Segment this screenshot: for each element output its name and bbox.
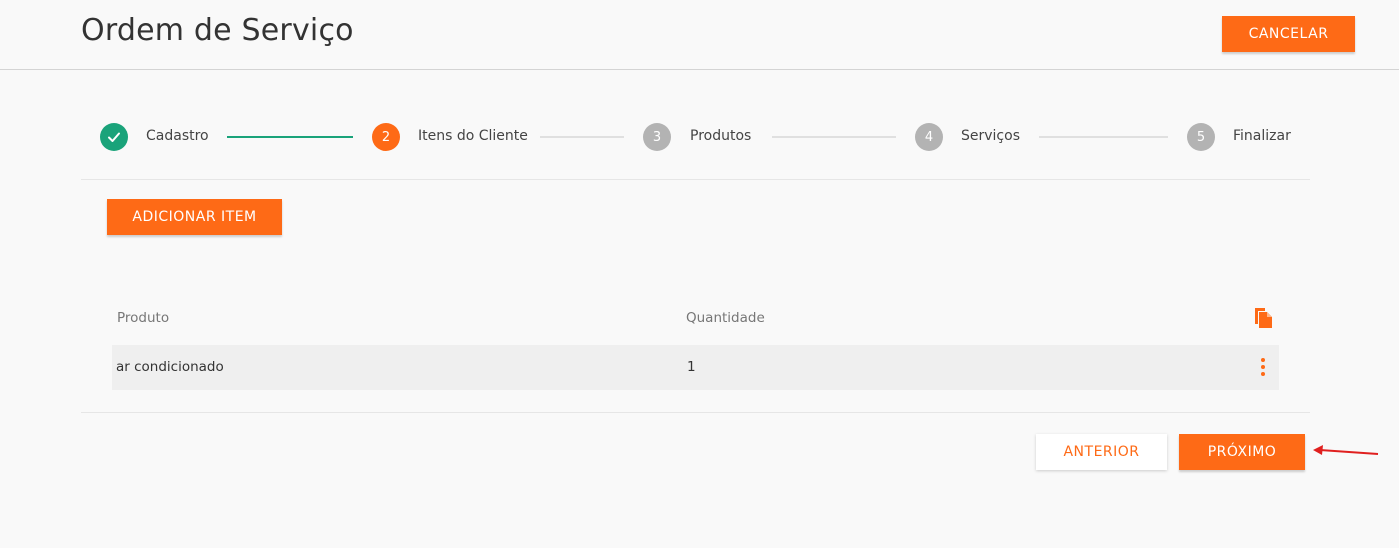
- copy-icon[interactable]: [1253, 307, 1273, 329]
- step-4-number: 4: [915, 123, 943, 151]
- step-connector-3: [772, 136, 896, 138]
- cell-quantidade: 1: [687, 359, 696, 375]
- column-header-quantidade: Quantidade: [686, 310, 765, 326]
- page-title: Ordem de Serviço: [81, 13, 354, 48]
- add-item-button[interactable]: ADICIONAR ITEM: [107, 199, 282, 235]
- next-button[interactable]: PRÓXIMO: [1179, 434, 1305, 470]
- step-1-check-icon: [100, 123, 128, 151]
- step-1-label[interactable]: Cadastro: [146, 128, 209, 144]
- step-3-number: 3: [643, 123, 671, 151]
- check-icon: [108, 132, 120, 142]
- step-connector-4: [1039, 136, 1168, 138]
- table-header: Produto Quantidade: [112, 300, 1279, 340]
- step-4-label[interactable]: Serviços: [961, 128, 1020, 144]
- cancel-button[interactable]: CANCELAR: [1222, 16, 1355, 52]
- footer-divider: [81, 412, 1310, 413]
- more-vert-icon[interactable]: [1257, 357, 1269, 377]
- stepper: Cadastro 2 Itens do Cliente 3 Produtos 4…: [81, 100, 1310, 180]
- header-bar: Ordem de Serviço CANCELAR: [0, 0, 1399, 70]
- table-row[interactable]: ar condicionado 1: [112, 345, 1279, 390]
- step-5-label[interactable]: Finalizar: [1233, 128, 1291, 144]
- step-2-number: 2: [372, 123, 400, 151]
- step-connector-2: [540, 136, 624, 138]
- column-header-produto: Produto: [117, 310, 170, 326]
- previous-button[interactable]: ANTERIOR: [1036, 434, 1167, 470]
- cell-produto: ar condicionado: [116, 359, 224, 375]
- step-3-label[interactable]: Produtos: [690, 128, 751, 144]
- step-connector-1: [227, 136, 353, 138]
- annotation-arrow-icon: [1313, 445, 1379, 455]
- step-5-number: 5: [1187, 123, 1215, 151]
- step-2-label[interactable]: Itens do Cliente: [418, 128, 528, 144]
